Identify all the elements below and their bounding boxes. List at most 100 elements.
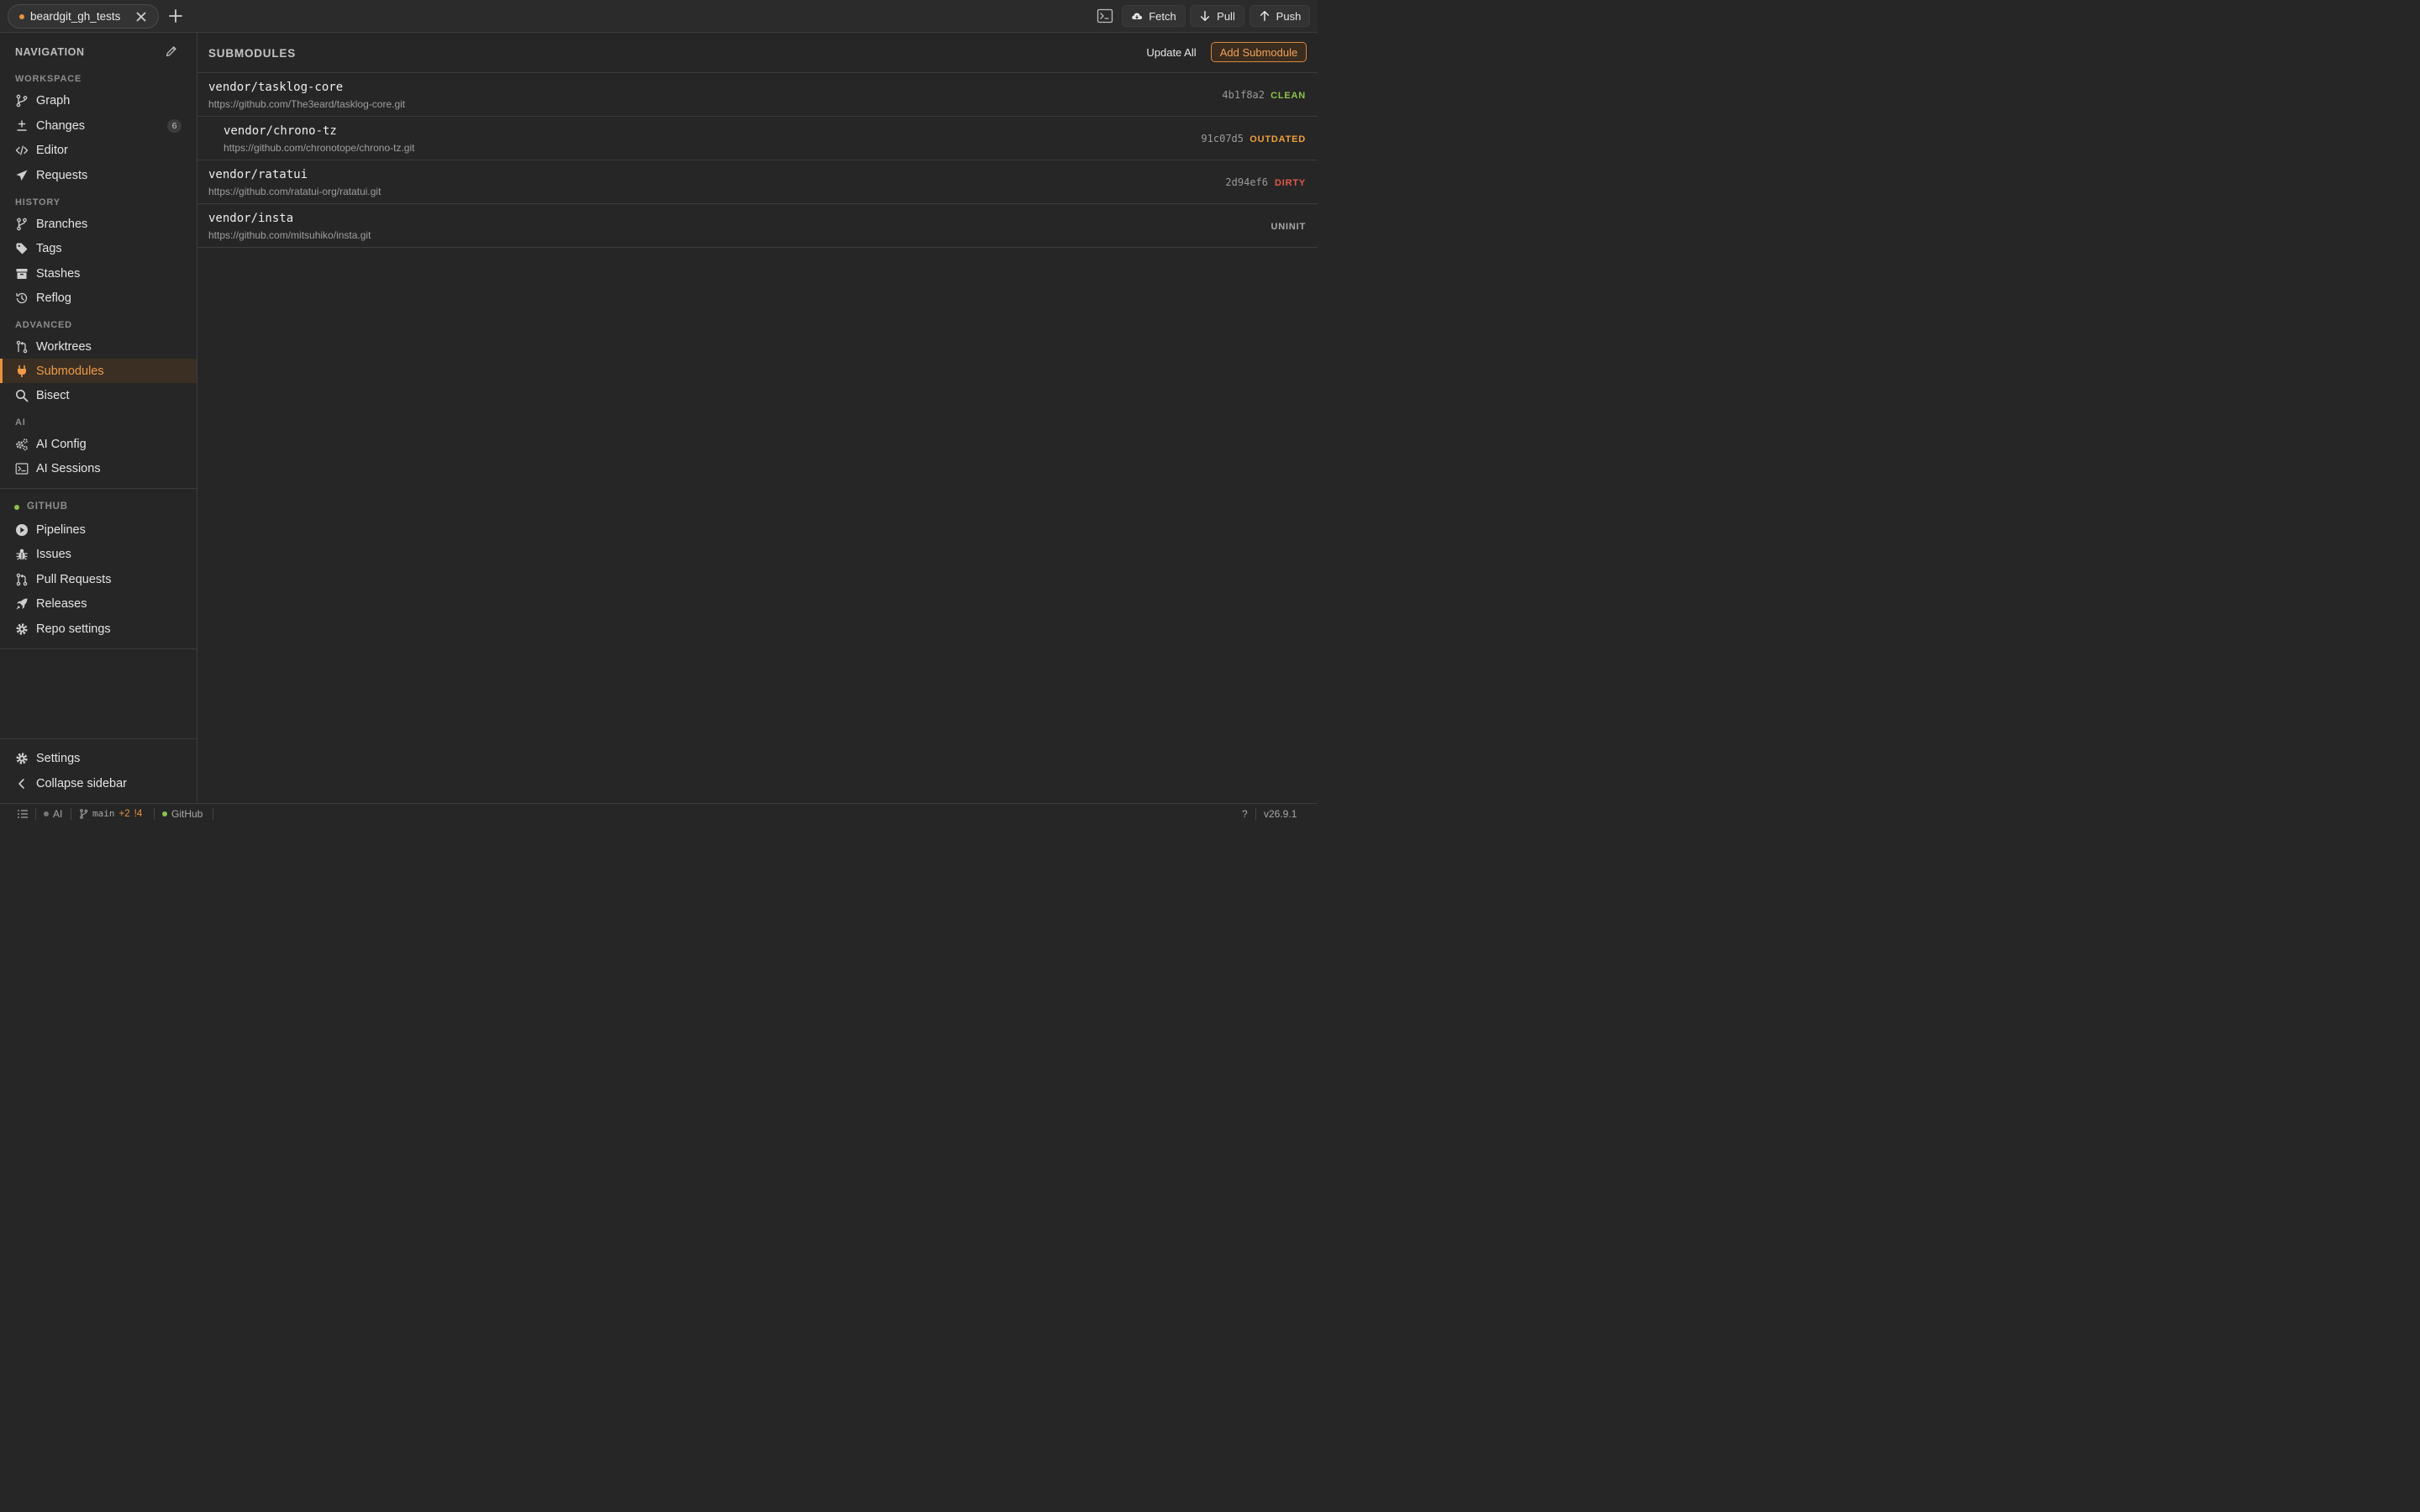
page-title: SUBMODULES	[208, 47, 297, 60]
github-status-dot	[162, 811, 167, 816]
submodule-status-badge: DIRTY	[1275, 178, 1306, 188]
terminal-icon[interactable]	[1097, 8, 1113, 24]
submodule-row[interactable]: vendor/ratatui https://github.com/ratatu…	[197, 160, 1318, 204]
submodule-url: https://github.com/ratatui-org/ratatui.g…	[208, 186, 381, 197]
git-branch-icon	[16, 94, 28, 107]
sidebar-item-changes[interactable]: Changes 6	[0, 113, 197, 138]
chevron-left-icon	[18, 778, 24, 789]
branch-icon	[80, 808, 88, 819]
top-bar: beardgit_gh_tests Fetch Pull Push	[0, 0, 1318, 33]
submodule-url: https://github.com/chronotope/chrono-tz.…	[224, 142, 415, 154]
collapse-sidebar-button[interactable]: Collapse sidebar	[0, 771, 197, 795]
sidebar-item-bisect[interactable]: Bisect	[0, 383, 197, 407]
sidebar-item-ai-sessions[interactable]: AI Sessions	[0, 456, 197, 480]
pull-label: Pull	[1217, 9, 1235, 23]
pull-request-icon	[16, 573, 28, 585]
sidebar-item-pipelines[interactable]: Pipelines	[0, 517, 197, 542]
ai-status-dot	[44, 811, 49, 816]
branch-status[interactable]: main +2 !4	[79, 808, 142, 819]
section-advanced: ADVANCED	[15, 320, 72, 330]
sidebar-item-tags[interactable]: Tags	[0, 236, 197, 260]
submodule-url: https://github.com/mitsuhiko/insta.git	[208, 229, 371, 241]
bug-icon	[16, 549, 28, 560]
submodule-status-badge: CLEAN	[1270, 91, 1306, 101]
tag-icon	[16, 243, 28, 254]
sidebar-item-stashes[interactable]: Stashes	[0, 261, 197, 286]
sidebar-item-label: Collapse sidebar	[36, 776, 128, 790]
sidebar-item-label: Repo settings	[36, 622, 111, 636]
sidebar-item-label: Settings	[36, 751, 81, 765]
sidebar-item-label: Pipelines	[36, 522, 86, 537]
terminal-icon	[15, 462, 29, 475]
sidebar-item-label: Tags	[36, 241, 62, 255]
modified-count: !4	[134, 808, 143, 819]
sidebar-item-settings[interactable]: Settings	[0, 746, 197, 770]
pull-button[interactable]: Pull	[1190, 5, 1244, 27]
sidebar-item-editor[interactable]: Editor	[0, 138, 197, 162]
list-icon[interactable]	[17, 809, 29, 819]
github-status[interactable]: GitHub	[162, 808, 203, 820]
sidebar-item-repo-settings[interactable]: Repo settings	[0, 617, 197, 641]
help-label: ?	[1242, 808, 1248, 820]
fetch-label: Fetch	[1149, 9, 1176, 23]
branch-icon	[17, 218, 27, 230]
sidebar-item-label: Graph	[36, 93, 71, 108]
cloud-download-icon	[1132, 13, 1143, 19]
sidebar-item-releases[interactable]: Releases	[0, 591, 197, 616]
version-label: v26.9.1	[1264, 808, 1297, 820]
sidebar-item-label: AI Config	[36, 437, 87, 451]
archive-icon	[16, 268, 28, 279]
fetch-button[interactable]: Fetch	[1122, 5, 1186, 27]
gear-icon	[16, 622, 28, 635]
submodule-row[interactable]: vendor/chrono-tz https://github.com/chro…	[197, 117, 1318, 160]
main-content: SUBMODULES Update All Add Submodule vend…	[197, 33, 1318, 803]
pencil-icon[interactable]	[165, 45, 178, 58]
ai-status-label: AI	[53, 808, 63, 820]
sidebar: NAVIGATION WORKSPACE Graph Changes 6 Edi…	[0, 33, 197, 803]
section-ai: AI	[15, 417, 26, 428]
add-submodule-button[interactable]: Add Submodule	[1211, 42, 1307, 62]
main-header: SUBMODULES Update All Add Submodule	[197, 33, 1318, 73]
sidebar-divider	[0, 648, 197, 649]
sidebar-item-worktrees[interactable]: Worktrees	[0, 334, 197, 359]
send-icon	[16, 170, 28, 181]
repo-tab[interactable]: beardgit_gh_tests	[8, 4, 159, 29]
sidebar-item-reflog[interactable]: Reflog	[0, 286, 197, 310]
plus-icon[interactable]	[167, 8, 184, 24]
sidebar-item-branches[interactable]: Branches	[0, 212, 197, 236]
sidebar-item-pull-requests[interactable]: Pull Requests	[0, 567, 197, 591]
submodule-row[interactable]: vendor/tasklog-core https://github.com/T…	[197, 73, 1318, 117]
submodule-row[interactable]: vendor/insta https://github.com/mitsuhik…	[197, 204, 1318, 248]
repo-status-dot	[19, 13, 24, 19]
submodule-commit-hash: 91c07d5	[1201, 133, 1244, 144]
github-status-label: GitHub	[171, 808, 203, 820]
version-text: v26.9.1	[1264, 808, 1297, 820]
close-icon[interactable]	[134, 10, 148, 24]
submodule-status-badge: OUTDATED	[1249, 134, 1306, 144]
submodule-name: vendor/chrono-tz	[224, 124, 337, 138]
sidebar-item-requests[interactable]: Requests	[0, 163, 197, 187]
sidebar-item-graph[interactable]: Graph	[0, 88, 197, 113]
code-icon	[15, 144, 29, 155]
push-button[interactable]: Push	[1249, 5, 1310, 27]
arrow-up-icon	[1260, 11, 1269, 21]
status-bar: AI main +2 !4 GitHub ? v26.9.1	[0, 803, 1318, 823]
sidebar-item-label: Bisect	[36, 388, 70, 402]
help-button[interactable]: ?	[1242, 808, 1248, 820]
submodule-commit-hash: 2d94ef6	[1225, 176, 1268, 188]
sidebar-item-ai-config[interactable]: AI Config	[0, 432, 197, 456]
sidebar-item-label: Submodules	[36, 364, 104, 378]
section-history: HISTORY	[15, 197, 60, 207]
sidebar-item-submodules[interactable]: Submodules	[0, 359, 197, 383]
added-count: +2	[118, 808, 130, 819]
update-all-button[interactable]: Update All	[1142, 42, 1201, 62]
repo-tab-label: beardgit_gh_tests	[30, 10, 121, 23]
gears-icon	[16, 438, 28, 450]
sidebar-item-issues[interactable]: Issues	[0, 542, 197, 566]
sidebar-item-label: Worktrees	[36, 339, 92, 354]
submodule-name: vendor/ratatui	[208, 168, 308, 181]
sidebar-title: NAVIGATION	[15, 46, 85, 58]
status-separator	[154, 808, 155, 820]
sidebar-item-label: Requests	[36, 168, 88, 182]
ai-status[interactable]: AI	[44, 808, 62, 820]
